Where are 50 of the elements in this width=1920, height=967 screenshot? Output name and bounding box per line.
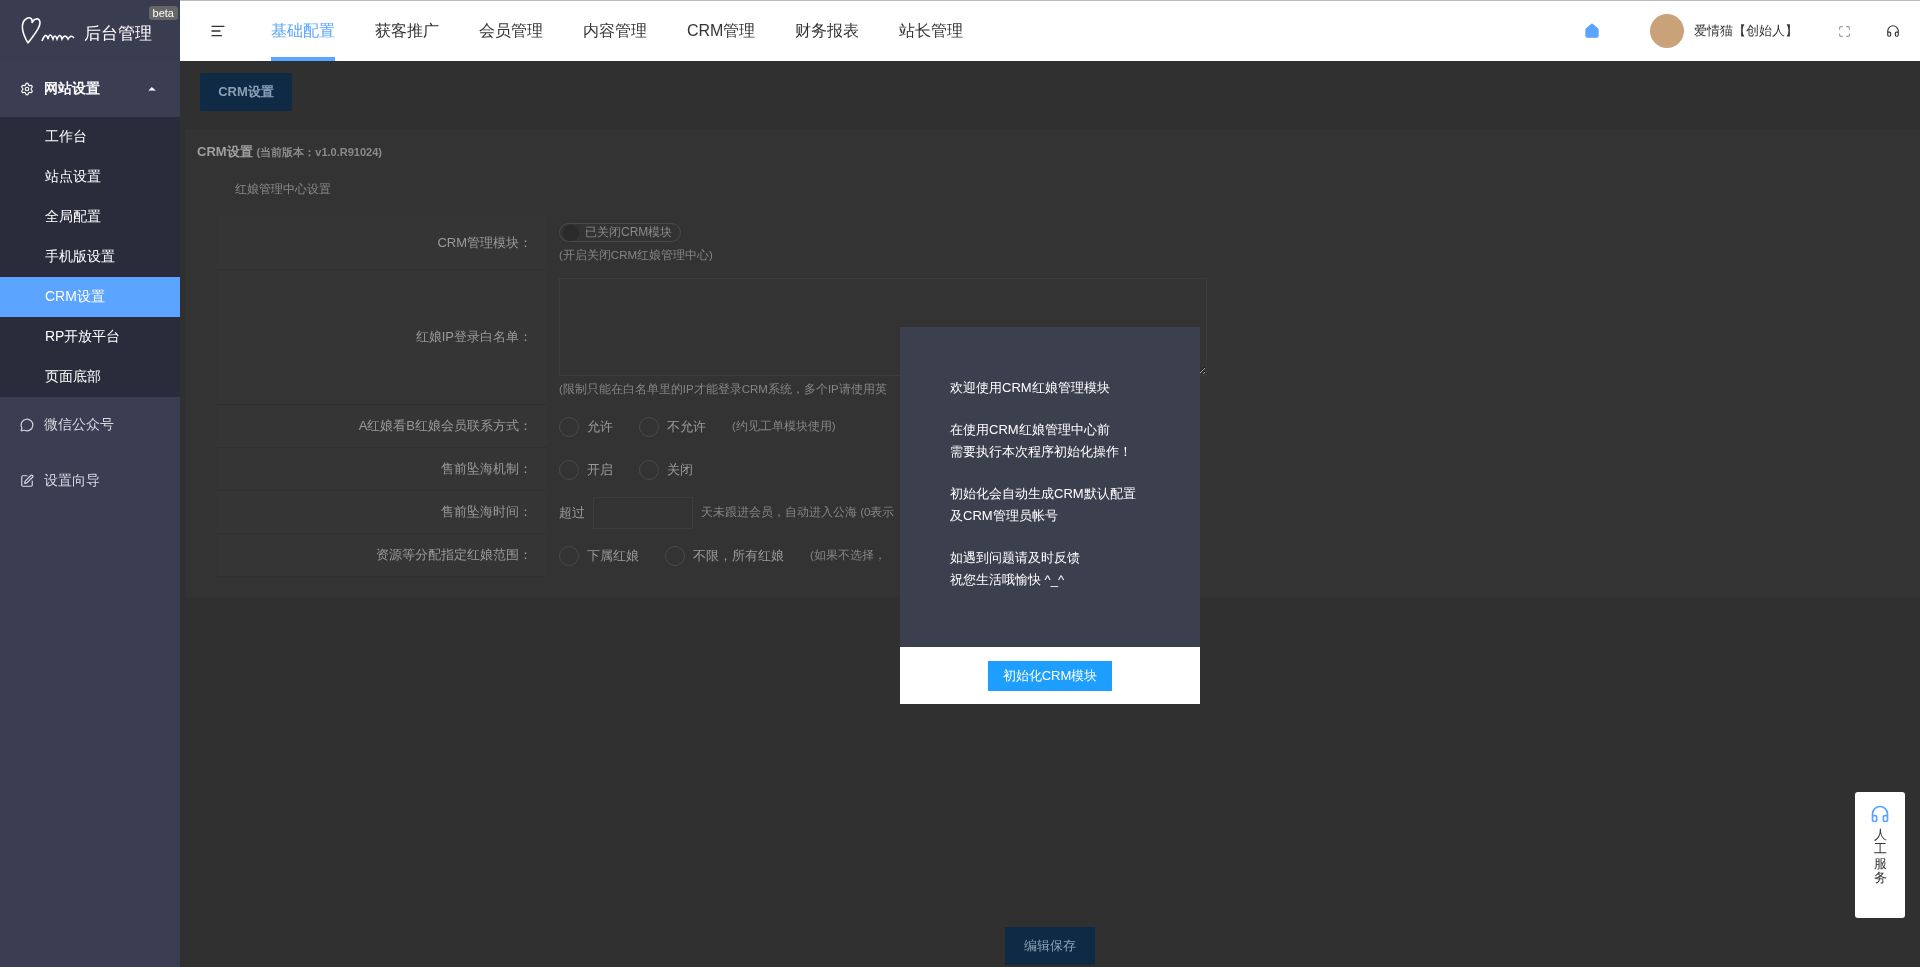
modal-paragraph: 初始化会自动生成CRM默认配置 及CRM管理员帐号 bbox=[950, 485, 1137, 525]
sidebar-group[interactable]: 网站设置 bbox=[0, 61, 180, 117]
avatar[interactable] bbox=[1650, 14, 1684, 48]
sidebar-item[interactable]: 工作台 bbox=[0, 117, 180, 157]
sidebar-item[interactable]: 全局配置 bbox=[0, 197, 180, 237]
group-icon bbox=[20, 82, 34, 96]
hint-text: (开启关闭CRM红娘管理中心) bbox=[559, 248, 713, 263]
menu-icon[interactable] bbox=[210, 23, 226, 39]
hint-text: (限制只能在白名单里的IP才能登录CRM系统，多个IP请使用英 bbox=[559, 382, 887, 397]
nav-tab[interactable]: 内容管理 bbox=[583, 1, 647, 61]
option-label: 关闭 bbox=[667, 460, 693, 479]
nav-tab[interactable]: 获客推广 bbox=[375, 1, 439, 61]
sidebar-group[interactable]: 设置向导 bbox=[0, 453, 180, 509]
hint-text: (约见工单模块使用) bbox=[732, 419, 836, 434]
nav-tab[interactable]: 站长管理 bbox=[899, 1, 964, 61]
option-label: 不允许 bbox=[667, 417, 706, 436]
option-label: 下属红娘 bbox=[587, 546, 639, 565]
modal-paragraph: 在使用CRM红娘管理中心前 需要执行本次程序初始化操作！ bbox=[950, 421, 1133, 461]
section-tab[interactable]: 红娘管理中心设置 bbox=[235, 181, 1905, 206]
card-title: CRM设置 bbox=[197, 143, 253, 161]
fullscreen-icon[interactable] bbox=[1838, 24, 1851, 38]
modal-paragraph: 如遇到问题请及时反馈 祝您生活哦愉快 ^_^ bbox=[950, 549, 1081, 589]
nav-tab[interactable]: CRM管理 bbox=[687, 1, 756, 61]
nav-tab[interactable]: 会员管理 bbox=[479, 1, 543, 61]
version-text: (当前版本：v1.0.R91024) bbox=[256, 145, 382, 160]
save-button[interactable]: 编辑保存 bbox=[1005, 927, 1095, 965]
headphones-icon[interactable] bbox=[1886, 24, 1900, 38]
option-label: 允许 bbox=[587, 417, 613, 436]
hint-text: (如果不选择， bbox=[810, 548, 886, 563]
user-name[interactable]: 爱情猫【创始人】 bbox=[1694, 22, 1798, 40]
prefix-text: 超过 bbox=[559, 503, 585, 522]
option-label: 不限，所有红娘 bbox=[693, 546, 784, 565]
modal-paragraph: 欢迎使用CRM红娘管理模块 bbox=[950, 379, 1111, 397]
toggle-switch[interactable]: 已关闭CRM模块 bbox=[559, 223, 682, 242]
headset-icon bbox=[1870, 804, 1890, 824]
group-icon bbox=[20, 474, 34, 488]
sidebar-group[interactable]: 微信公众号 bbox=[0, 397, 180, 453]
sidebar-item[interactable]: 站点设置 bbox=[0, 157, 180, 197]
sidebar-item[interactable]: RP开放平台 bbox=[0, 317, 180, 357]
beta-badge: beta bbox=[148, 6, 178, 20]
sidebar-item[interactable]: 页面底部 bbox=[0, 357, 180, 397]
sidebar-item[interactable]: 手机版设置 bbox=[0, 237, 180, 277]
hint-text: 天未跟进会员，自动进入公海 (0表示 bbox=[701, 505, 895, 520]
group-icon bbox=[20, 418, 34, 432]
help-button[interactable]: 人工服务 bbox=[1855, 792, 1905, 918]
option-label: 开启 bbox=[587, 460, 613, 479]
nav-tab[interactable]: 财务报表 bbox=[795, 1, 860, 61]
home-icon[interactable] bbox=[1584, 23, 1600, 39]
page-tab[interactable]: CRM设置 bbox=[200, 73, 292, 111]
logo-text: 后台管理 bbox=[84, 23, 152, 45]
